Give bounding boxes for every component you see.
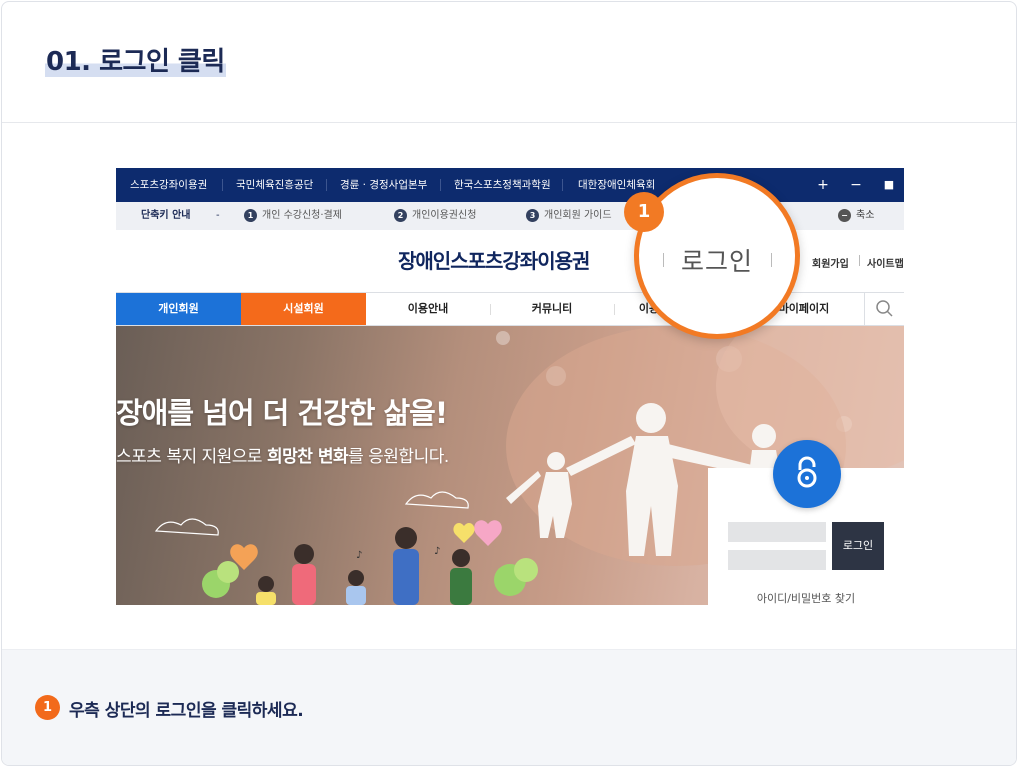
topbar-link-policy-institute[interactable]: 한국스포츠정책과학원 <box>454 168 551 202</box>
divider <box>859 255 860 266</box>
instruction-footer: 1 우측 상단의 로그인을 클릭하세요. <box>2 649 1016 765</box>
card-header: 01. 로그인 클릭 <box>2 2 1016 123</box>
sitemap-link[interactable]: 사이트맵 <box>867 255 904 270</box>
tab-facility-member[interactable]: 시설회원 <box>241 293 366 325</box>
zoom-reset-button[interactable]: ■ <box>874 168 904 202</box>
lock-icon <box>797 456 817 488</box>
shortcut-item-enroll[interactable]: 1 개인 수강신청·결제 <box>244 202 342 230</box>
divider <box>222 179 223 191</box>
topbar-link-kspo[interactable]: 국민체육진흥공단 <box>236 168 313 202</box>
search-icon <box>876 300 893 317</box>
tab-community[interactable]: 커뮤니티 <box>490 293 614 325</box>
tab-usage-guide[interactable]: 이용안내 <box>366 293 490 325</box>
signup-link[interactable]: 회원가입 <box>812 255 849 270</box>
hero-title: 장애를 넘어 더 건강한 삶을! <box>116 396 448 430</box>
topbar-link-sports-voucher[interactable]: 스포츠강좌이용권 <box>130 168 207 202</box>
search-button[interactable] <box>864 293 904 325</box>
instruction-number-badge: 1 <box>35 695 60 720</box>
topbar-link-racing[interactable]: 경륜 · 경정사업본부 <box>340 168 427 202</box>
zoom-in-button[interactable]: + <box>808 168 838 202</box>
login-lock-badge <box>773 440 841 508</box>
login-submit-button[interactable]: 로그인 <box>832 522 884 570</box>
shortcut-item-guide[interactable]: 3 개인회원 가이드 <box>526 202 612 230</box>
svg-text:♪: ♪ <box>434 546 440 557</box>
shortcut-dash: - <box>216 210 220 221</box>
tab-personal-member[interactable]: 개인회원 <box>116 293 241 325</box>
divider <box>440 179 441 191</box>
shortcut-label: 단축키 안내 <box>141 210 191 221</box>
step-marker-badge: 1 <box>624 192 664 232</box>
top-link-bar: 스포츠강좌이용권 국민체육진흥공단 경륜 · 경정사업본부 한국스포츠정책과학원… <box>116 168 904 202</box>
instruction-text: 우측 상단의 로그인을 클릭하세요. <box>69 701 304 721</box>
divider <box>326 179 327 191</box>
find-account-link[interactable]: 아이디/비밀번호 찾기 <box>708 590 904 605</box>
password-field[interactable] <box>728 550 826 570</box>
guide-card: 01. 로그인 클릭 스포츠강좌이용권 국민체육진흥공단 경륜 · 경정사업본부… <box>1 1 1017 766</box>
divider <box>562 179 563 191</box>
shortcut-item-apply[interactable]: 2 개인이용권신청 <box>394 202 476 230</box>
shrink-button[interactable]: − 축소 <box>838 202 874 230</box>
svg-text:♪: ♪ <box>356 550 362 561</box>
site-logo-title[interactable]: 장애인스포츠강좌이용권 <box>398 245 590 274</box>
divider <box>771 253 772 267</box>
hero-subtitle: 스포츠 복지 지원으로 희망찬 변화를 응원합니다. <box>116 447 449 467</box>
zoom-out-button[interactable]: − <box>841 168 871 202</box>
user-id-field[interactable] <box>728 522 826 542</box>
step-title: 01. 로그인 클릭 <box>45 47 226 77</box>
